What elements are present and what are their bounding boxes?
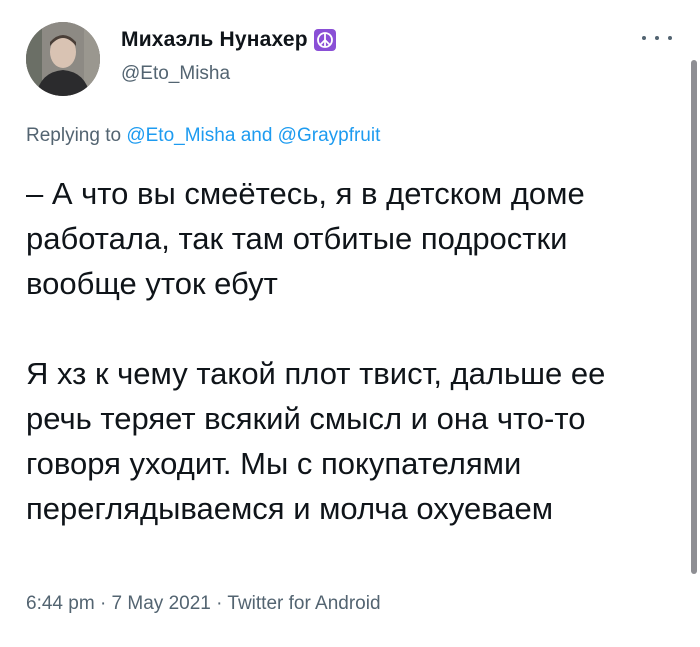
- more-options-icon[interactable]: [642, 28, 672, 48]
- mention-link[interactable]: @Eto_Misha: [126, 125, 235, 146]
- meta-separator: ·: [216, 593, 223, 614]
- replying-to: Replying to @Eto_Misha and @Graypfruit: [26, 125, 380, 147]
- tweet-date[interactable]: 7 May 2021: [112, 593, 211, 614]
- avatar[interactable]: [26, 22, 100, 96]
- peace-symbol-icon: [313, 29, 336, 51]
- author-handle[interactable]: @Eto_Misha: [121, 63, 230, 85]
- avatar-photo: [26, 22, 100, 96]
- tweet-text: – А что вы смеётесь, я в детском доме ра…: [26, 176, 606, 526]
- tweet-source[interactable]: Twitter for Android: [227, 593, 380, 614]
- meta-separator: ·: [99, 593, 107, 614]
- author-display-name[interactable]: Михаэль Нунахер: [121, 28, 308, 52]
- tweet-meta: 6:44 pm · 7 May 2021 · Twitter for Andro…: [26, 593, 381, 615]
- mention-conjunction: and: [240, 125, 273, 146]
- author-name-row: Михаэль Нунахер: [121, 28, 336, 52]
- replying-prefix: Replying to: [26, 125, 122, 146]
- tweet-time[interactable]: 6:44 pm: [26, 593, 95, 614]
- scrollbar[interactable]: [691, 60, 697, 574]
- mention-link[interactable]: @Graypfruit: [278, 125, 381, 146]
